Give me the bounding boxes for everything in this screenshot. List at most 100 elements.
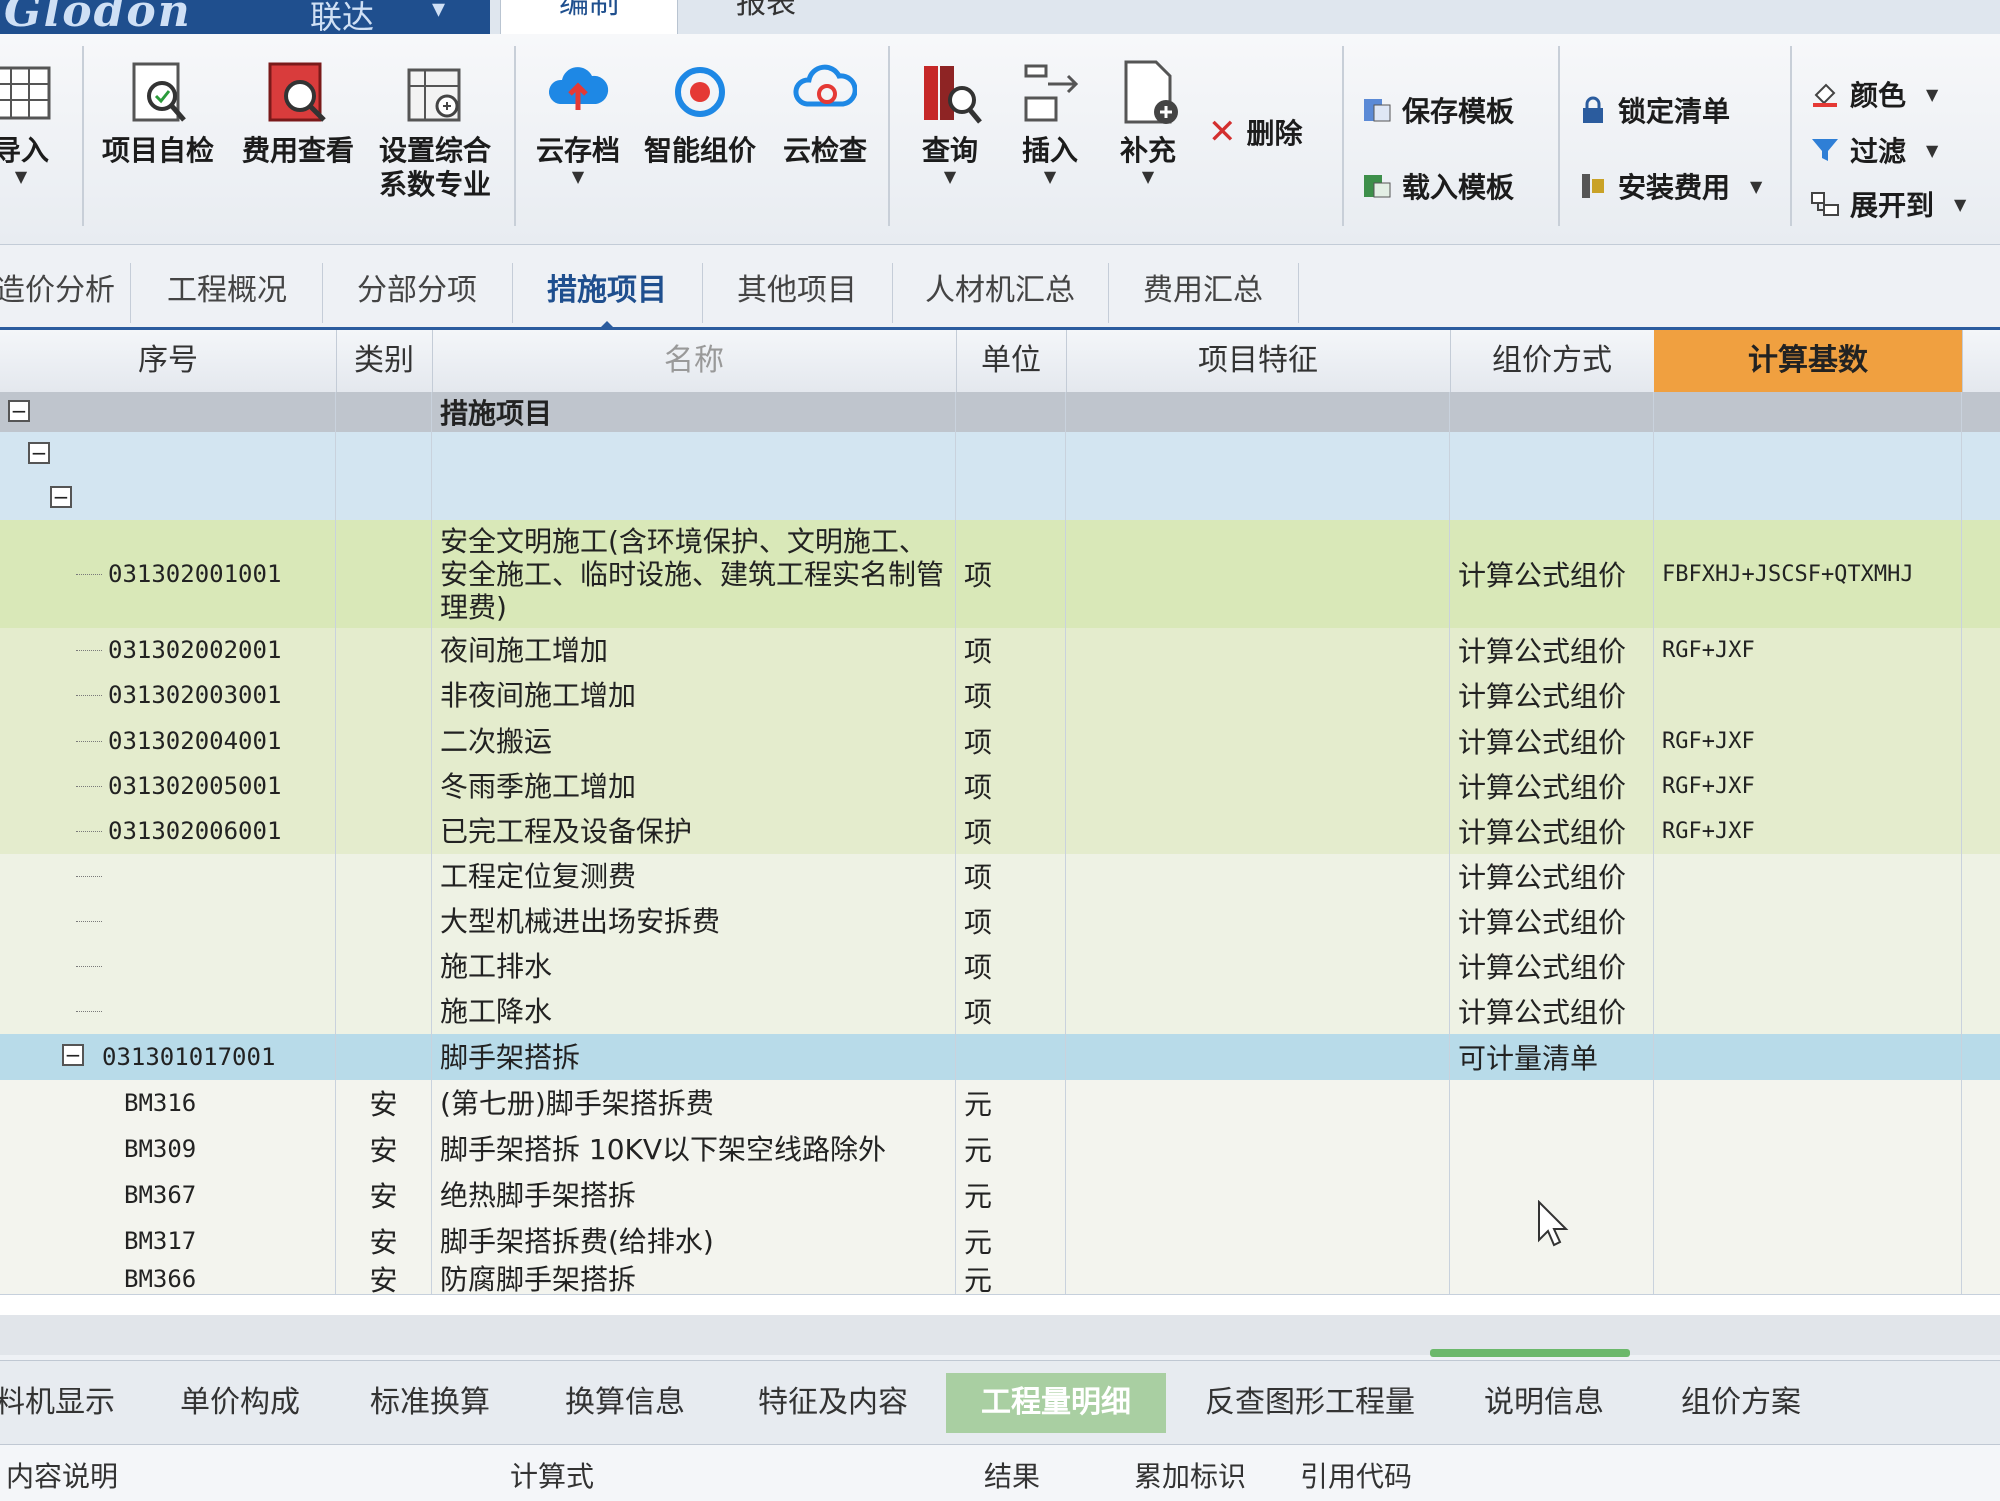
tab-project-overview[interactable]: 工程概况 — [132, 263, 323, 323]
cell-type[interactable]: 安 — [336, 1218, 432, 1264]
table-row[interactable]: 施工降水项 计算公式组价 — [0, 988, 2000, 1035]
cell-tail[interactable] — [1962, 988, 2000, 1034]
cell-feat[interactable] — [1066, 718, 1450, 764]
cell-code[interactable] — [0, 944, 336, 988]
cell-tail[interactable] — [1962, 1218, 2000, 1264]
tab-other-items[interactable]: 其他项目 — [702, 263, 893, 323]
cell-tail[interactable] — [1962, 808, 2000, 854]
cell-unit[interactable] — [956, 1034, 1066, 1080]
table-row[interactable]: 大型机械进出场安拆费项 计算公式组价 — [0, 898, 2000, 945]
table-row[interactable]: 工程定位复测费项 计算公式组价 — [0, 854, 2000, 899]
cell-base[interactable]: RGF+JXF — [1654, 628, 1962, 672]
smart-price-button[interactable]: 智能组价 — [640, 58, 760, 168]
collapse-toggle-root[interactable]: − — [8, 400, 30, 422]
cell-feat[interactable] — [1066, 854, 1450, 898]
cell-base[interactable] — [1654, 476, 1962, 520]
horizontal-scrollbar[interactable] — [0, 1315, 2000, 1357]
cell-method[interactable]: 计算公式组价 — [1450, 628, 1654, 672]
cell-name[interactable]: 脚手架搭拆 — [432, 1034, 956, 1080]
menu-tab-edit[interactable]: 编制 — [500, 0, 677, 34]
cell-base[interactable]: RGF+JXF — [1654, 764, 1962, 808]
cell-feat[interactable] — [1066, 1218, 1450, 1264]
cell-type[interactable] — [336, 392, 432, 432]
tab-pricing-plan[interactable]: 组价方案 — [1666, 1373, 1816, 1433]
cell-code[interactable] — [0, 898, 336, 944]
table-row[interactable]: BM316 安 (第七册)脚手架搭拆费元 — [0, 1080, 2000, 1127]
save-template-button[interactable]: 保存模板 — [1362, 90, 1514, 130]
cell-unit[interactable]: 项 — [956, 672, 1066, 718]
cell-type[interactable] — [336, 628, 432, 672]
tab-labor-material-summary[interactable]: 人材机汇总 — [892, 263, 1109, 323]
cell-method[interactable] — [1450, 1264, 1654, 1294]
cell-method[interactable]: 计算公式组价 — [1450, 520, 1654, 628]
cell-type[interactable] — [336, 1034, 432, 1080]
cell-base[interactable]: FBFXHJ+JSCSF+QTXMHJ — [1654, 520, 1962, 628]
column-header-name[interactable]: 名称 — [432, 330, 957, 392]
tab-features-content[interactable]: 特征及内容 — [748, 1373, 918, 1433]
column-header-unit[interactable]: 单位 — [956, 330, 1067, 392]
table-row[interactable]: 031302006001 已完工程及设备保护项 计算公式组价 RGF+JXF — [0, 808, 2000, 855]
cell-type[interactable]: 安 — [336, 1264, 432, 1294]
tab-cost-analysis[interactable]: 造价分析 — [0, 263, 131, 323]
cell-feat[interactable] — [1066, 808, 1450, 854]
tab-cost-summary[interactable]: 费用汇总 — [1108, 263, 1299, 323]
cell-base[interactable] — [1654, 1034, 1962, 1080]
cell-code[interactable] — [0, 392, 336, 432]
column-header-seq[interactable]: 序号 — [0, 330, 337, 392]
cell-code[interactable]: 031302005001 — [0, 764, 336, 808]
cell-tail[interactable] — [1962, 764, 2000, 808]
chevron-down-icon[interactable]: ▾ — [432, 0, 445, 24]
cell-feat[interactable] — [1066, 1172, 1450, 1218]
cell-feat[interactable] — [1066, 764, 1450, 808]
cell-tail[interactable] — [1962, 628, 2000, 672]
cell-unit[interactable]: 项 — [956, 988, 1066, 1034]
cell-method[interactable]: 计算公式组价 — [1450, 988, 1654, 1034]
cell-tail[interactable] — [1962, 476, 2000, 520]
collapse-toggle-scaffold[interactable]: − — [62, 1044, 84, 1066]
collapse-toggle-group[interactable]: − — [28, 442, 50, 464]
cell-name[interactable]: 安全文明施工(含环境保护、文明施工、安全施工、临时设施、建筑工程实名制管理费) — [432, 520, 956, 628]
menu-tab-report[interactable]: 报表 — [677, 0, 854, 34]
cell-tail[interactable] — [1962, 432, 2000, 476]
cell-name[interactable]: 大型机械进出场安拆费 — [432, 898, 956, 944]
cell-base[interactable] — [1654, 854, 1962, 898]
cell-method[interactable]: 计算公式组价 — [1450, 718, 1654, 764]
column-header-method[interactable]: 组价方式 — [1450, 330, 1655, 392]
cell-code[interactable] — [0, 988, 336, 1034]
cell-type[interactable] — [336, 808, 432, 854]
cell-name[interactable]: 夜间施工增加 — [432, 628, 956, 672]
cell-type[interactable] — [336, 476, 432, 520]
cell-base[interactable] — [1654, 898, 1962, 944]
cell-unit[interactable]: 项 — [956, 764, 1066, 808]
cell-unit[interactable]: 项 — [956, 520, 1066, 628]
cell-unit[interactable]: 项 — [956, 854, 1066, 898]
cell-name[interactable]: 绝热脚手架搭拆 — [432, 1172, 956, 1218]
cell-method[interactable]: 计算公式组价 — [1450, 944, 1654, 988]
tab-reverse-graphic[interactable]: 反查图形工程量 — [1200, 1373, 1420, 1433]
cell-unit[interactable]: 项 — [956, 808, 1066, 854]
table-row[interactable]: 031301017001 脚手架搭拆 可计量清单 − — [0, 1034, 2000, 1081]
cell-method[interactable] — [1450, 432, 1654, 476]
cell-name[interactable]: 施工排水 — [432, 944, 956, 988]
cell-base[interactable] — [1654, 1264, 1962, 1294]
cell-unit[interactable]: 元 — [956, 1218, 1066, 1264]
query-button[interactable]: 查询 ▼ — [900, 58, 1000, 186]
tab-unit-price[interactable]: 单价构成 — [170, 1373, 310, 1433]
tab-standard-conversion[interactable]: 标准换算 — [360, 1373, 500, 1433]
lock-list-button[interactable]: 锁定清单 — [1578, 90, 1730, 130]
cell-type[interactable] — [336, 764, 432, 808]
cell-code[interactable]: 031302003001 — [0, 672, 336, 718]
cloud-archive-button[interactable]: 云存档 ▼ — [528, 58, 628, 186]
cell-tail[interactable] — [1962, 1126, 2000, 1172]
column-header-type[interactable]: 类别 — [336, 330, 433, 392]
install-cost-button[interactable]: 安装费用 ▼ — [1578, 166, 1762, 206]
cell-feat[interactable] — [1066, 432, 1450, 476]
cell-code[interactable]: 031302004001 — [0, 718, 336, 764]
cell-name[interactable]: 防腐脚手架搭拆 — [432, 1264, 956, 1294]
grid-title-row[interactable]: 措施项目 − — [0, 392, 2000, 433]
table-row[interactable]: BM309 安脚手架搭拆 10KV以下架空线路除外元 — [0, 1126, 2000, 1173]
cell-base[interactable] — [1654, 1172, 1962, 1218]
cell-type[interactable]: 安 — [336, 1126, 432, 1172]
cell-type[interactable] — [336, 898, 432, 944]
cell-code[interactable] — [0, 854, 336, 898]
